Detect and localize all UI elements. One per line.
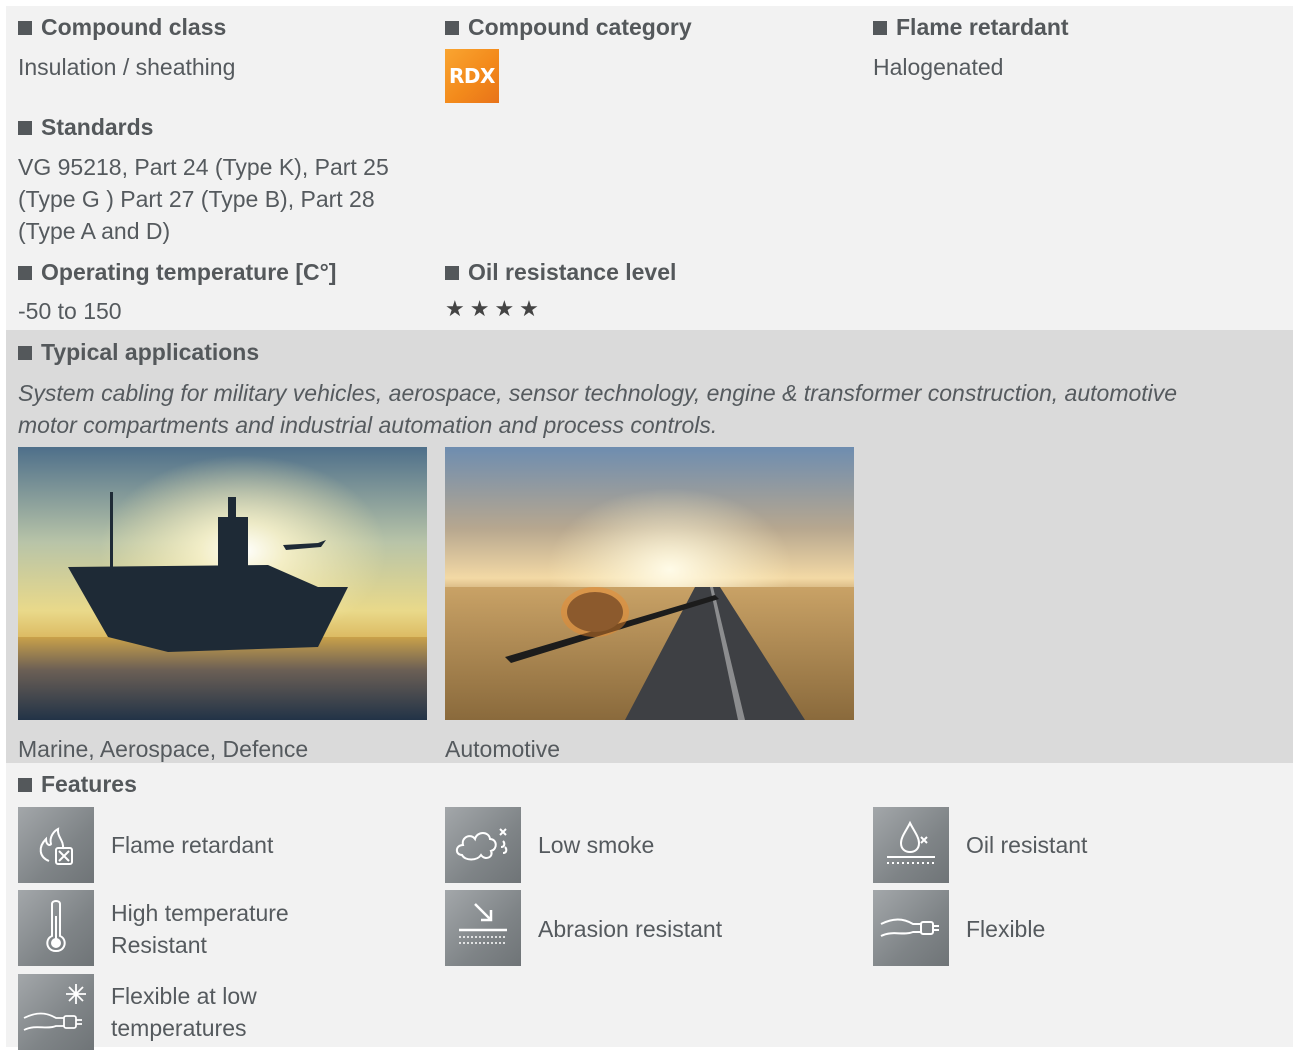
compound-class-heading: Compound class [18, 14, 428, 41]
feature-oil-resistant-label: Oil resistant [966, 832, 1088, 858]
features-heading: Features [18, 771, 137, 798]
applications-description: System cabling for military vehicles, ae… [18, 380, 1178, 438]
operating-temperature-value: -50 to 150 [18, 298, 122, 324]
compound-class-value: Insulation / sheathing [18, 54, 236, 80]
low-smoke-icon [445, 807, 521, 883]
feature-low-smoke-label: Low smoke [538, 832, 655, 858]
compound-category-block: Compound category [445, 14, 855, 41]
oil-resistance-stars: ★★★★ [445, 296, 544, 321]
standards-block: Standards VG 95218, Part 24 (Type K), Pa… [18, 114, 428, 247]
feature-flexible-label: Flexible [966, 916, 1046, 942]
applications-block: Typical applications [18, 339, 259, 366]
feature-abrasion-resistant-label: Abrasion resistant [538, 916, 723, 942]
applications-heading: Typical applications [18, 339, 259, 366]
flame-retardant-heading: Flame retardant [873, 14, 1283, 41]
aircraft-carrier-photo [18, 447, 427, 720]
oil-resistant-icon [873, 807, 949, 883]
flame-retardant-value: Halogenated [873, 54, 1004, 80]
flexible-cable-icon [873, 890, 949, 966]
standards-heading: Standards [18, 114, 428, 141]
applications-section: Typical applications System cabling for … [6, 330, 1293, 763]
abrasion-resistant-icon [445, 890, 521, 966]
compound-category-heading: Compound category [445, 14, 855, 41]
compound-class-block: Compound class Insulation / sheathing [18, 14, 428, 83]
feature-high-temperature-label: High temperature Resistant [111, 900, 289, 958]
flame-retardant-icon [18, 807, 94, 883]
flame-retardant-block: Flame retardant Halogenated [873, 14, 1283, 83]
bullet-square-icon [18, 345, 32, 360]
engine-on-road-caption: Automotive [445, 736, 561, 762]
bullet-square-icon [873, 20, 887, 35]
operating-temperature-block: Operating temperature [C°] -50 to 150 [18, 259, 428, 327]
standards-value: VG 95218, Part 24 (Type K), Part 25 (Typ… [18, 154, 389, 244]
bullet-square-icon [18, 20, 32, 35]
rdx-category-badge: RDX [445, 49, 499, 103]
features-section: Features Flame retardant Low smoke Oil r… [6, 763, 1293, 1050]
feature-cold-flexible-label: Flexible at low temperatures [111, 983, 257, 1041]
engine-on-road-photo [445, 447, 854, 720]
operating-temperature-heading: Operating temperature [C°] [18, 259, 428, 286]
bullet-square-icon [18, 777, 32, 792]
aircraft-carrier-caption: Marine, Aerospace, Defence [18, 736, 309, 762]
datasheet: Compound class Insulation / sheathing Co… [6, 6, 1293, 1050]
features-block: Features [18, 771, 137, 798]
thermometer-icon [18, 890, 94, 966]
oil-resistance-block: Oil resistance level [445, 259, 855, 286]
bullet-square-icon [18, 265, 32, 280]
oil-resistance-heading: Oil resistance level [445, 259, 855, 286]
bullet-square-icon [445, 20, 459, 35]
properties-section: Compound class Insulation / sheathing Co… [6, 6, 1293, 330]
bullet-square-icon [445, 265, 459, 280]
bullet-square-icon [18, 120, 32, 135]
feature-flame-retardant-label: Flame retardant [111, 832, 274, 858]
cold-flexible-icon [18, 974, 94, 1050]
